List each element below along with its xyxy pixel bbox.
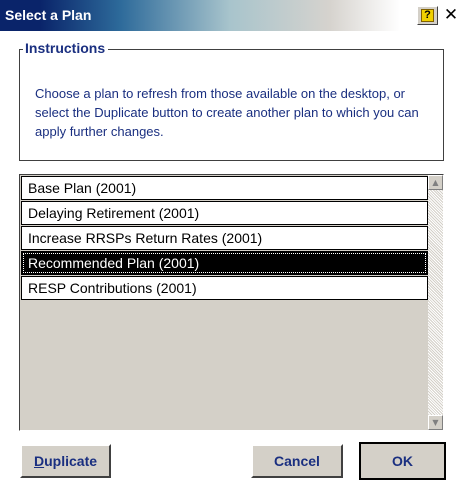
window-title: Select a Plan: [5, 7, 92, 23]
vertical-scrollbar[interactable]: ▲ ▼: [428, 175, 443, 430]
ok-button[interactable]: OK: [359, 442, 446, 480]
cancel-button[interactable]: Cancel: [251, 444, 343, 478]
title-bar[interactable]: Select a Plan ? ✕: [0, 0, 462, 31]
plan-list-item[interactable]: Delaying Retirement (2001): [21, 201, 428, 225]
plan-list-item[interactable]: Recommended Plan (2001): [21, 251, 428, 275]
scroll-up-icon[interactable]: ▲: [428, 175, 443, 190]
plan-list-items: Base Plan (2001) Delaying Retirement (200…: [21, 176, 428, 429]
instructions-label: Instructions: [23, 40, 109, 56]
duplicate-accelerator: D: [33, 453, 45, 469]
select-plan-dialog: Select a Plan ? ✕ Instructions Choose a …: [0, 0, 462, 482]
duplicate-label: uplicate: [44, 453, 98, 469]
duplicate-button[interactable]: Duplicate: [20, 444, 111, 478]
plan-list-item[interactable]: RESP Contributions (2001): [21, 276, 428, 300]
scroll-down-icon[interactable]: ▼: [428, 415, 443, 430]
help-button[interactable]: ?: [417, 6, 438, 25]
plan-list-item[interactable]: Increase RRSPs Return Rates (2001): [21, 226, 428, 250]
close-icon[interactable]: ✕: [441, 6, 461, 25]
plan-list[interactable]: Base Plan (2001) Delaying Retirement (200…: [19, 174, 444, 431]
plan-list-item[interactable]: Base Plan (2001): [21, 176, 428, 200]
instructions-text: Choose a plan to refresh from those avai…: [35, 86, 419, 139]
help-icon: ?: [421, 9, 434, 22]
